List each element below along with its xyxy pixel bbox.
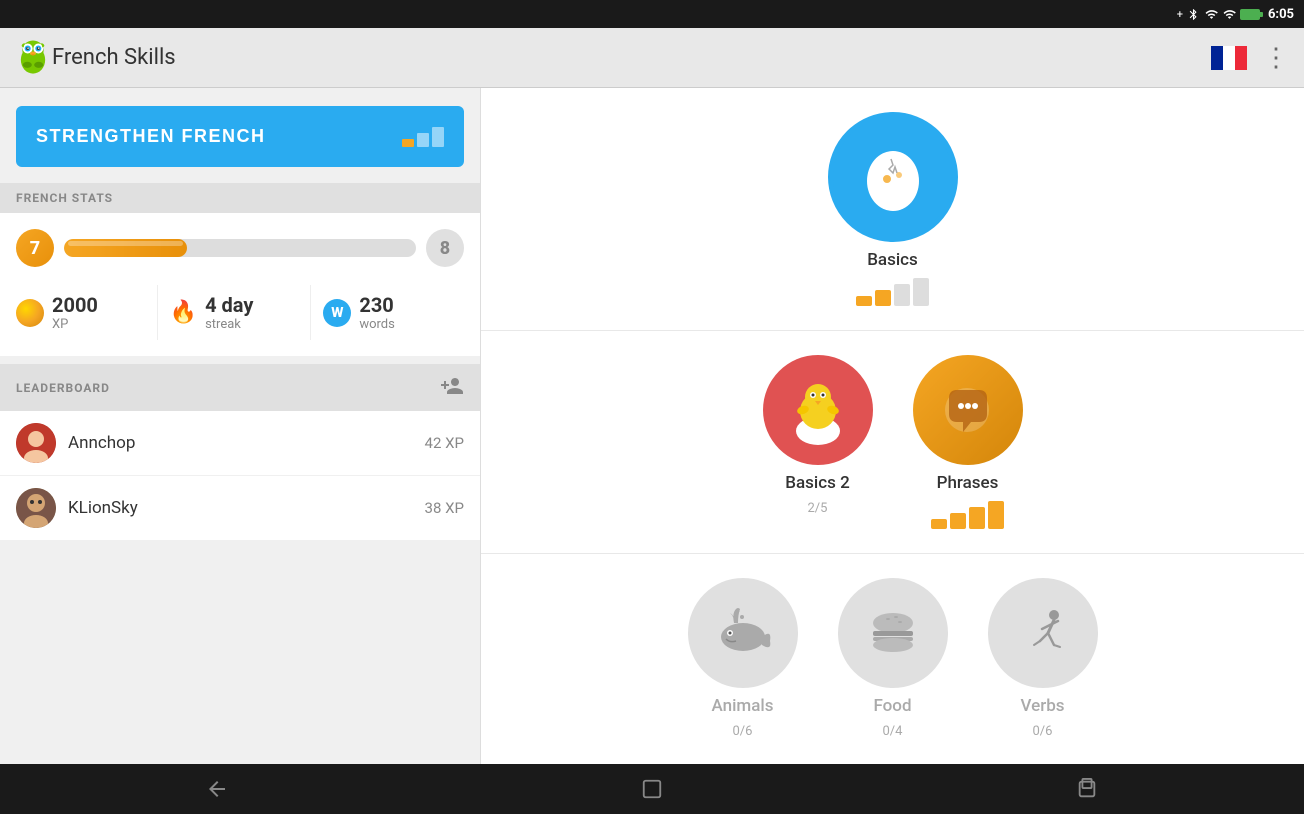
- leaderboard-name-klionsky: KLionSky: [68, 498, 413, 518]
- xp-coin-icon: [16, 299, 44, 327]
- bluetooth-icon: +︎: [1177, 8, 1183, 21]
- words-stat-text: 230 words: [359, 293, 395, 332]
- streak-label: streak: [205, 317, 253, 332]
- phrases-name: Phrases: [937, 473, 999, 493]
- phrases-strength-bars: [931, 501, 1004, 529]
- words-stat: W 230 words: [310, 285, 464, 340]
- words-label: words: [359, 317, 395, 332]
- xp-stat: 2000 XP: [16, 285, 157, 340]
- animals-circle: [688, 578, 798, 688]
- skills-row-2: Basics 2 2/5: [481, 331, 1304, 554]
- skill-basics[interactable]: Basics: [828, 112, 958, 306]
- battery-icon: [1240, 9, 1260, 20]
- strengthen-button[interactable]: STRENGTHEN FRENCH: [16, 106, 464, 167]
- basics2-circle: [763, 355, 873, 465]
- skill-basics2[interactable]: Basics 2 2/5: [763, 355, 873, 516]
- words-value: 230: [359, 293, 395, 317]
- xp-stat-text: 2000 XP: [52, 293, 98, 332]
- skill-verbs[interactable]: Verbs 0/6: [988, 578, 1098, 739]
- app-title: French Skills: [52, 45, 1211, 70]
- leaderboard-item[interactable]: KLionSky 38 XP: [0, 476, 480, 541]
- xp-bar-fill: [64, 239, 187, 257]
- home-button[interactable]: [632, 769, 672, 809]
- leaderboard-xp-annchop: 42 XP: [425, 434, 464, 452]
- xp-value: 2000: [52, 293, 98, 317]
- main-content: STRENGTHEN FRENCH FRENCH STATS 7: [0, 88, 1304, 764]
- recents-button[interactable]: [1067, 769, 1107, 809]
- flag-red: [1235, 46, 1247, 70]
- back-button[interactable]: [197, 769, 237, 809]
- food-icon: [860, 601, 925, 666]
- food-circle: [838, 578, 948, 688]
- animals-progress: 0/6: [733, 724, 753, 739]
- phrases-circle: [913, 355, 1023, 465]
- time-display: 6:05: [1268, 7, 1294, 22]
- xp-label: XP: [52, 317, 98, 332]
- verbs-icon: [1010, 601, 1075, 666]
- skill-animals[interactable]: Animals 0/6: [688, 578, 798, 739]
- more-options-icon[interactable]: ⋮: [1263, 45, 1290, 71]
- xp-bar-row: 7 8: [16, 229, 464, 267]
- skill-phrases[interactable]: Phrases: [913, 355, 1023, 529]
- phrases-icon: [935, 378, 1000, 443]
- verbs-circle: [988, 578, 1098, 688]
- status-icons: +︎ 6:05: [1177, 7, 1294, 22]
- basics-icon: [853, 137, 933, 217]
- skills-row-1: Basics: [481, 88, 1304, 331]
- verbs-progress: 0/6: [1033, 724, 1053, 739]
- words-badge-icon: W: [323, 299, 351, 327]
- app-bar-right: ⋮: [1211, 45, 1290, 71]
- french-stats-header: FRENCH STATS: [0, 183, 480, 213]
- duolingo-owl-logo: [14, 39, 52, 77]
- animals-icon: [710, 601, 775, 666]
- streak-value: 4 day: [205, 293, 253, 317]
- current-level-badge: 7: [16, 229, 54, 267]
- basics2-icon: [783, 375, 853, 445]
- skills-row-3: Animals 0/6: [481, 554, 1304, 763]
- leaderboard-xp-klionsky: 38 XP: [425, 499, 464, 517]
- add-friend-icon[interactable]: [440, 374, 464, 401]
- basics-strength-bars: [856, 278, 929, 306]
- streak-stat-text: 4 day streak: [205, 293, 253, 332]
- skill-food[interactable]: Food 0/4: [838, 578, 948, 739]
- basics2-name: Basics 2: [785, 473, 850, 493]
- food-name: Food: [873, 696, 911, 716]
- avatar-klionsky: [16, 488, 56, 528]
- flag-white: [1223, 46, 1235, 70]
- bottom-nav: [0, 764, 1304, 814]
- basics-circle: [828, 112, 958, 242]
- bluetooth-icon: [1187, 8, 1200, 21]
- basics-name: Basics: [867, 250, 918, 270]
- strengthen-button-label: STRENGTHEN FRENCH: [36, 126, 266, 147]
- leaderboard-name-annchop: Annchop: [68, 433, 413, 453]
- leaderboard-section: LEADERBOARD Annchop 42 XP: [0, 364, 480, 541]
- stats-section: 7 8 2000 XP: [0, 213, 480, 356]
- wifi-icon: [1204, 8, 1219, 21]
- strengthen-button-bars: [402, 127, 444, 147]
- french-flag[interactable]: [1211, 46, 1247, 70]
- food-progress: 0/4: [883, 724, 903, 739]
- stats-row: 2000 XP 🔥 4 day streak W 230: [16, 285, 464, 340]
- basics2-progress: 2/5: [808, 501, 828, 516]
- status-bar: +︎ 6:05: [0, 0, 1304, 28]
- flag-blue: [1211, 46, 1223, 70]
- xp-progress-bar: [64, 239, 416, 257]
- streak-stat: 🔥 4 day streak: [157, 285, 311, 340]
- signal-icon: [1223, 8, 1236, 21]
- right-panel: Basics: [480, 88, 1304, 764]
- next-level-badge: 8: [426, 229, 464, 267]
- verbs-name: Verbs: [1020, 696, 1064, 716]
- left-panel: STRENGTHEN FRENCH FRENCH STATS 7: [0, 88, 480, 764]
- skills-section: Basics: [481, 88, 1304, 763]
- animals-name: Animals: [712, 696, 774, 716]
- avatar-annchop: [16, 423, 56, 463]
- app-bar: French Skills ⋮: [0, 28, 1304, 88]
- leaderboard-item[interactable]: Annchop 42 XP: [0, 411, 480, 476]
- streak-flame-icon: 🔥: [170, 300, 197, 325]
- leaderboard-header: LEADERBOARD: [0, 364, 480, 411]
